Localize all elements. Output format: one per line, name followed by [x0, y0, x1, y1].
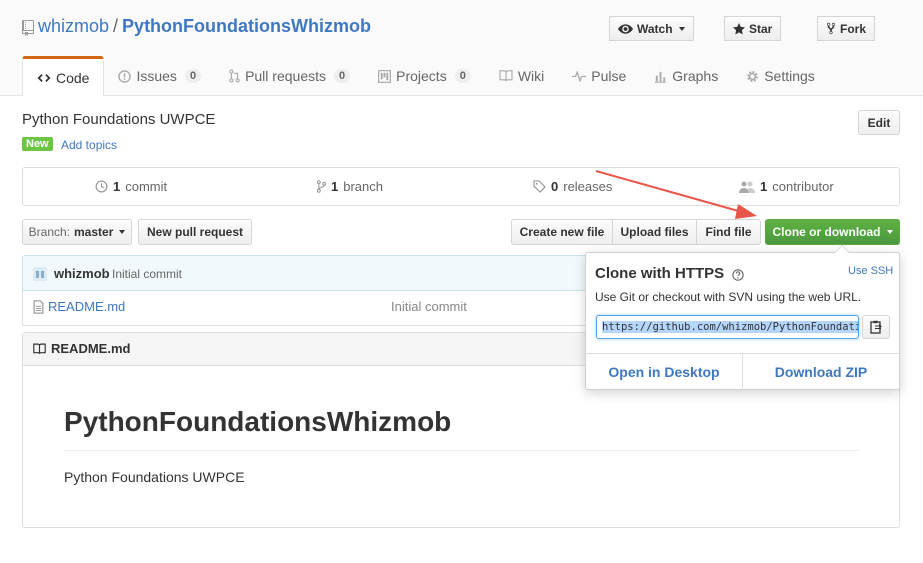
- annotation-arrow-head: [735, 204, 757, 219]
- annotation-arrow: [595, 170, 757, 219]
- annotation-arrow-line: [595, 170, 743, 213]
